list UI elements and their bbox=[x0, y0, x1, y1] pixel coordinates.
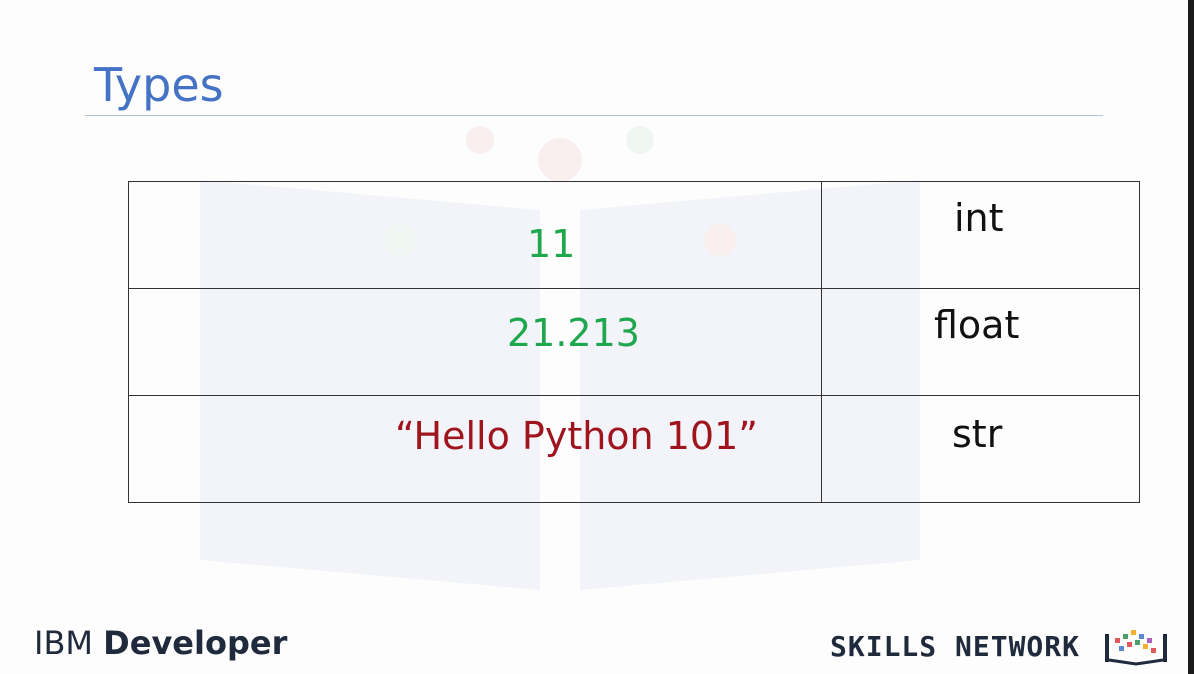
brand-left-light: IBM bbox=[34, 624, 104, 662]
value-cell: 11 bbox=[128, 181, 822, 289]
value-cell: “Hello Python 101” bbox=[128, 395, 822, 503]
type-float: float bbox=[934, 303, 1020, 347]
slide-title: Types bbox=[94, 58, 224, 112]
type-cell: str bbox=[821, 395, 1140, 503]
value-cell: 21.213 bbox=[128, 288, 822, 396]
type-cell: int bbox=[821, 181, 1140, 289]
ibm-developer-logo: IBM Developer bbox=[34, 624, 287, 662]
table-row: 11 int bbox=[128, 181, 1140, 289]
title-divider bbox=[85, 115, 1103, 116]
brand-left-bold: Developer bbox=[103, 624, 288, 662]
table-row: 21.213 float bbox=[128, 288, 1140, 396]
type-int: int bbox=[954, 196, 1004, 240]
type-cell: float bbox=[821, 288, 1140, 396]
slide: Types 11 int 21.213 float “Hello Python … bbox=[0, 0, 1194, 674]
value-str: “Hello Python 101” bbox=[395, 414, 758, 458]
value-float: 21.213 bbox=[507, 311, 640, 355]
window-edge bbox=[1188, 0, 1194, 674]
table-row: “Hello Python 101” str bbox=[128, 395, 1140, 503]
types-table: 11 int 21.213 float “Hello Python 101” s… bbox=[128, 181, 1140, 503]
value-int: 11 bbox=[527, 222, 576, 266]
skills-network-logo-icon bbox=[1105, 630, 1167, 666]
type-str: str bbox=[952, 412, 1003, 456]
skills-network-label: SKILLS NETWORK bbox=[830, 630, 1081, 663]
